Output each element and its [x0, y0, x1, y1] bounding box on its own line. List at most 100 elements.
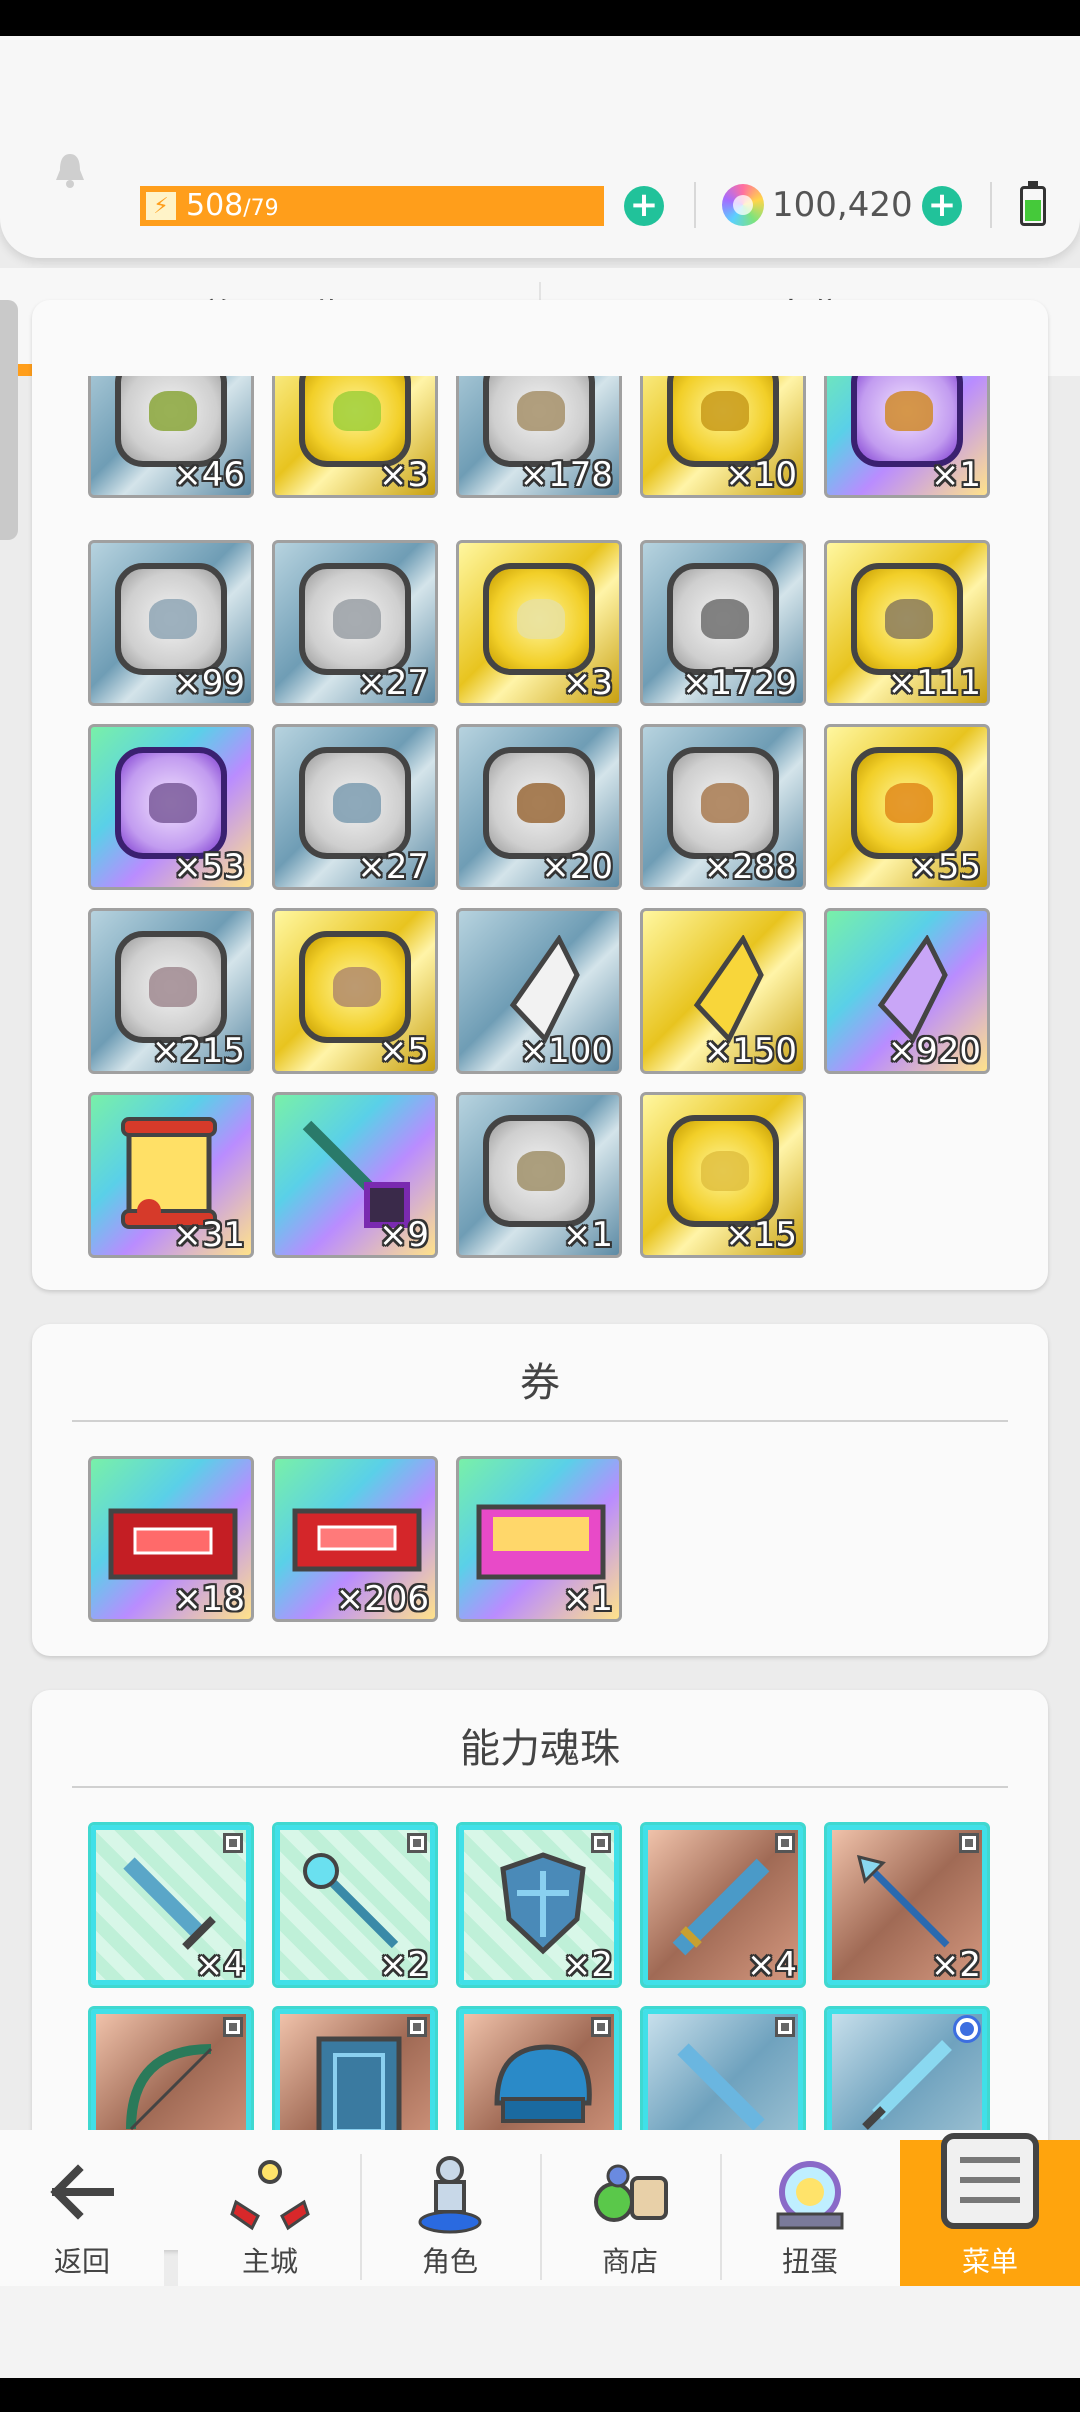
item-tile[interactable]: [824, 2006, 990, 2130]
gacha-icon: [776, 2161, 844, 2230]
lightning-icon: ⚡: [144, 190, 178, 222]
nav-item-main-city[interactable]: 主城: [180, 2140, 360, 2286]
dagger-icon: [862, 2040, 952, 2130]
red-ticket-icon: [108, 1508, 238, 1580]
section-title-tickets: 券: [520, 1360, 560, 1406]
select-checkbox[interactable]: [407, 2017, 427, 2037]
select-checkbox[interactable]: [223, 2017, 243, 2037]
add-gems-button[interactable]: +: [922, 186, 962, 226]
item-tile[interactable]: ×99: [88, 540, 254, 706]
nav-item-shop[interactable]: 商店: [540, 2140, 720, 2286]
white-crystal-icon: [509, 935, 580, 1044]
status-bar: [0, 0, 1080, 36]
add-stamina-button[interactable]: +: [624, 186, 664, 226]
purple-crystal-icon: [877, 935, 948, 1044]
item-tile[interactable]: ×46: [88, 376, 254, 498]
staff-icon: [303, 1853, 399, 1949]
nav-item-gacha[interactable]: 扭蛋: [720, 2140, 900, 2286]
silver-knight-coin-icon: [299, 747, 411, 859]
purple-beast-coin-icon: [851, 376, 963, 467]
item-tile[interactable]: [456, 2006, 622, 2130]
item-tile[interactable]: ×100: [456, 908, 622, 1074]
item-tile[interactable]: ×920: [824, 908, 990, 1074]
item-tile[interactable]: ×9: [272, 1092, 438, 1258]
item-tile[interactable]: ×15: [640, 1092, 806, 1258]
nav-item-menu[interactable]: 菜单: [900, 2133, 1080, 2286]
item-tile[interactable]: ×1: [456, 1092, 622, 1258]
blade-icon: [677, 2043, 765, 2130]
orbs-grid: ×4 ×2 ×2 ×4 ×2: [0, 1820, 1080, 2130]
select-checkbox[interactable]: [591, 1833, 611, 1853]
arrow-left-icon: [50, 2164, 114, 2220]
item-tile[interactable]: ×18: [88, 1456, 254, 1622]
item-tile[interactable]: ×288: [640, 724, 806, 890]
book-icon: [316, 2036, 402, 2130]
rainbow-ticket-icon: [476, 1504, 606, 1580]
navigation-bar: [0, 2378, 1080, 2412]
back-button[interactable]: 返回: [0, 2130, 164, 2286]
item-tile[interactable]: ×1: [824, 376, 990, 498]
item-tile[interactable]: ×206: [272, 1456, 438, 1622]
bell-icon[interactable]: [50, 150, 90, 190]
item-tile[interactable]: ×4: [88, 1822, 254, 1988]
silver-rune-coin-icon: [483, 1115, 595, 1227]
item-tile[interactable]: ×1: [456, 1456, 622, 1622]
item-tile[interactable]: ×4: [640, 1822, 806, 1988]
item-tile[interactable]: ×2: [456, 1822, 622, 1988]
gem-shine: [733, 195, 753, 215]
character-icon: [418, 2156, 482, 2234]
select-checkbox[interactable]: [775, 2017, 795, 2037]
select-checkbox[interactable]: [959, 1833, 979, 1853]
selected-radio[interactable]: [953, 2015, 981, 2043]
main-city-icon: [230, 2160, 310, 2231]
helmet-icon: [494, 2044, 592, 2123]
item-tile[interactable]: ×27: [272, 540, 438, 706]
item-tile[interactable]: ×5: [272, 908, 438, 1074]
select-checkbox[interactable]: [223, 1833, 243, 1853]
item-tile[interactable]: ×215: [88, 908, 254, 1074]
item-tile[interactable]: ×111: [824, 540, 990, 706]
item-tile[interactable]: ×150: [640, 908, 806, 1074]
nav-label: 菜单: [961, 2245, 1018, 2278]
item-tile[interactable]: [640, 2006, 806, 2130]
gold-lion-coin-icon: [851, 747, 963, 859]
item-tile[interactable]: ×53: [88, 724, 254, 890]
silver-beast-coin-icon: [483, 376, 595, 467]
item-tile[interactable]: ×3: [272, 376, 438, 498]
section-title-orbs: 能力魂珠: [460, 1726, 620, 1772]
nav-label: 主城: [241, 2245, 298, 2278]
gem-count: 100,420: [772, 185, 913, 225]
item-tile[interactable]: ×27: [272, 724, 438, 890]
item-tile[interactable]: ×178: [456, 376, 622, 498]
bow-icon: [126, 2044, 213, 2130]
tickets-panel: 券 ×18 ×206 ×1: [32, 1324, 1048, 1656]
item-tile[interactable]: ×2: [824, 1822, 990, 1988]
green-slime-coin-icon: [115, 376, 227, 467]
coins-grid: ×46 ×3 ×178 ×10 ×1 ×99 ×27 ×3 ×1729 ×111…: [0, 376, 1080, 1296]
item-tile[interactable]: ×10: [640, 376, 806, 498]
item-tile[interactable]: [272, 2006, 438, 2130]
item-tile[interactable]: ×55: [824, 724, 990, 890]
item-tile[interactable]: ×31: [88, 1092, 254, 1258]
select-checkbox[interactable]: [591, 2017, 611, 2037]
gold-demon-coin-icon: [299, 931, 411, 1043]
item-tile[interactable]: [88, 2006, 254, 2130]
item-tile[interactable]: ×20: [456, 724, 622, 890]
nav-item-character[interactable]: 角色: [360, 2140, 540, 2286]
gold-bat-coin-icon: [483, 563, 595, 675]
back-label: 返回: [53, 2245, 110, 2278]
item-tile[interactable]: ×3: [456, 540, 622, 706]
silver-bat-coin-icon: [299, 563, 411, 675]
purple-dragon-coin-icon: [115, 747, 227, 859]
footer-strip: [0, 2286, 1080, 2378]
item-tile[interactable]: ×2: [272, 1822, 438, 1988]
gold-crystal-icon: [693, 935, 764, 1044]
gold-beast-coin-icon: [667, 376, 779, 467]
nav-label: 商店: [601, 2245, 658, 2278]
item-tile[interactable]: ×1729: [640, 540, 806, 706]
select-checkbox[interactable]: [775, 1833, 795, 1853]
bronze-lion-coin-icon: [667, 747, 779, 859]
gold-dragon-coin-icon: [851, 563, 963, 675]
divider: [990, 182, 992, 228]
select-checkbox[interactable]: [407, 1833, 427, 1853]
